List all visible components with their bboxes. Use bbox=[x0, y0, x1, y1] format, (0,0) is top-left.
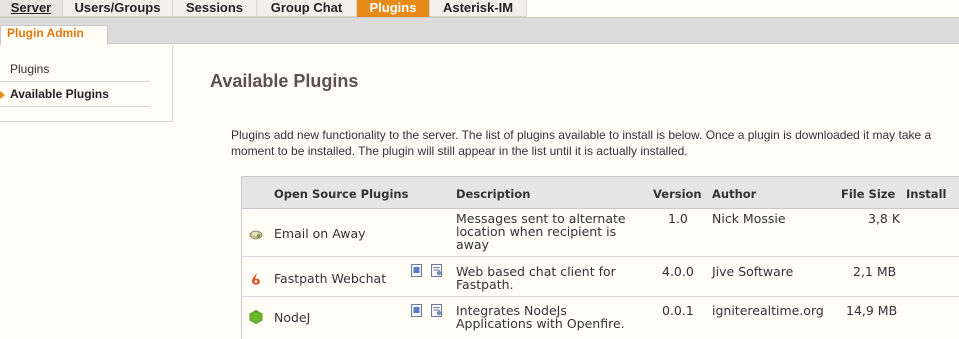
plugin-version: 4.0.0 bbox=[662, 264, 694, 279]
fastpath-icon bbox=[252, 273, 260, 285]
plugin-name: Fastpath Webchat bbox=[274, 271, 387, 286]
plugin-name: Email on Away bbox=[274, 226, 366, 241]
header-file-size: File Size bbox=[841, 187, 896, 201]
plugin-file-size: 14,9 MB bbox=[846, 303, 898, 318]
intro-line-1: Plugins add new functionality to the ser… bbox=[231, 128, 932, 142]
plugin-file-size: 2,1 MB bbox=[853, 264, 897, 279]
sidebar: Plugins Available Plugins bbox=[0, 45, 173, 122]
sidebar-item-plugins[interactable]: Plugins bbox=[0, 57, 150, 82]
sub-nav-bar: Plugin Admin bbox=[0, 17, 959, 45]
readme-icon[interactable] bbox=[411, 304, 423, 317]
intro-line-2: moment to be installed. The plugin will … bbox=[231, 144, 688, 158]
readme-icon[interactable] bbox=[411, 264, 423, 277]
changelog-icon[interactable] bbox=[431, 304, 443, 317]
tab-sessions[interactable]: Sessions bbox=[173, 0, 257, 17]
table-header: Open Source Plugins Description Version … bbox=[242, 177, 959, 209]
plugin-file-size: 3,8 K bbox=[868, 211, 901, 226]
table-row: Email on Away Messages sent to alternate… bbox=[242, 209, 959, 257]
tab-plugins[interactable]: Plugins bbox=[357, 0, 430, 17]
page-title: Available Plugins bbox=[210, 71, 359, 91]
header-description: Description bbox=[456, 187, 531, 201]
table-row: Fastpath Webchat Web based chat client f… bbox=[242, 257, 959, 297]
nodej-icon bbox=[249, 310, 263, 324]
plugin-author: Jive Software bbox=[712, 264, 794, 279]
tab-server[interactable]: Server bbox=[0, 0, 63, 17]
plugin-description: Messages sent to alternate location when… bbox=[456, 211, 626, 252]
plugin-description: Web based chat client for Fastpath. bbox=[456, 264, 616, 292]
plugin-author: Nick Mossie bbox=[712, 211, 786, 226]
tab-group-chat[interactable]: Group Chat bbox=[257, 0, 357, 17]
plugin-name: NodeJ bbox=[274, 310, 311, 325]
top-nav: Server Users/Groups Sessions Group Chat … bbox=[0, 0, 959, 17]
plugin-author: igniterealtime.org bbox=[712, 303, 824, 318]
tab-users-groups[interactable]: Users/Groups bbox=[63, 0, 173, 17]
email-away-icon bbox=[249, 230, 263, 240]
header-author: Author bbox=[712, 187, 757, 201]
header-version: Version bbox=[653, 187, 702, 201]
plugin-description: Integrates NodeJs Applications with Open… bbox=[456, 303, 625, 331]
subtab-plugin-admin[interactable]: Plugin Admin bbox=[0, 25, 108, 45]
changelog-icon[interactable] bbox=[431, 264, 443, 277]
header-install: Install bbox=[906, 187, 947, 201]
selected-arrow-icon bbox=[0, 91, 5, 99]
tab-asterisk-im[interactable]: Asterisk-IM bbox=[430, 0, 527, 17]
header-name: Open Source Plugins bbox=[274, 187, 409, 201]
sidebar-item-available-plugins[interactable]: Available Plugins bbox=[0, 82, 150, 107]
plugins-table: Open Source Plugins Description Version … bbox=[241, 176, 959, 339]
plugin-version: 1.0 bbox=[668, 211, 688, 226]
plugin-version: 0.0.1 bbox=[662, 303, 694, 318]
sidebar-item-label: Available Plugins bbox=[10, 87, 109, 101]
intro-text: Plugins add new functionality to the ser… bbox=[231, 127, 959, 159]
table-row: NodeJ Integrates NodeJs Applications wit… bbox=[242, 297, 959, 339]
